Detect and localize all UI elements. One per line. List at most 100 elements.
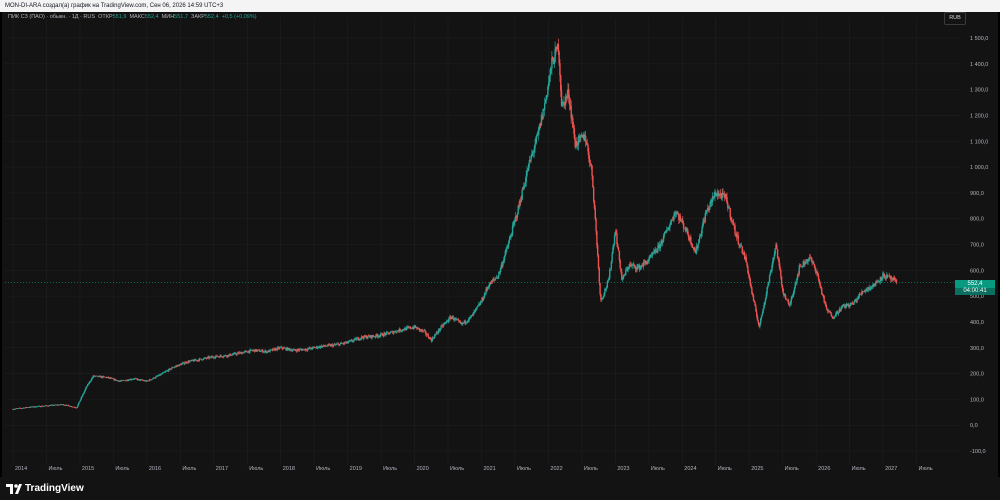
candle-body: [356, 338, 358, 341]
x-tick-label: Июль: [785, 466, 799, 472]
x-tick-label: 2022: [550, 466, 562, 472]
candle-body: [78, 402, 80, 405]
candle-body: [652, 253, 654, 254]
candle-body: [259, 351, 262, 353]
candle-body: [534, 144, 536, 149]
candle-body: [78, 401, 81, 403]
x-tick-label: Июль: [517, 466, 531, 472]
y-tick-label: 900,0: [970, 191, 984, 197]
candle-body: [780, 276, 783, 285]
candle-body: [494, 278, 497, 280]
y-tick-label: 200,0: [970, 372, 984, 378]
y-tick-label: 500,0: [970, 294, 984, 300]
y-tick-label: 1 500,0: [970, 36, 988, 42]
y-tick-label: 1 100,0: [970, 139, 988, 145]
candle-body: [769, 271, 772, 276]
x-tick-label: Июль: [182, 466, 196, 472]
candle-body: [616, 233, 618, 245]
candle-body: [597, 255, 600, 269]
y-tick-label: 1 200,0: [970, 113, 988, 119]
x-tick-label: Июль: [316, 466, 330, 472]
countdown-badge: 04:00:41: [955, 288, 995, 295]
x-tick-label: 2023: [617, 466, 629, 472]
last-price-badge: 552,4: [955, 280, 995, 288]
close-label: ЗАКР: [191, 14, 205, 20]
price-chart[interactable]: 1 500,0 1 400,0 1 300,0 1 200,0 1 100,0 1 000…: [0, 0, 1000, 477]
candle-body: [682, 222, 685, 229]
candle-body: [618, 250, 621, 260]
symbol-label[interactable]: ПИК СЗ (ПАО) · обыкн. · 1Д · RUS: [8, 14, 95, 20]
tradingview-logo[interactable]: TradingView: [6, 483, 84, 494]
y-tick-label: 0,0: [970, 423, 978, 429]
candle-body: [741, 246, 743, 254]
candle-body: [823, 296, 825, 303]
x-tick-label: Июль: [249, 466, 263, 472]
x-tick-label: Июль: [651, 466, 665, 472]
y-tick-label: 1 400,0: [970, 62, 988, 68]
x-tick-label: 2019: [350, 466, 362, 472]
candle-body: [508, 239, 511, 243]
x-tick-label: 2021: [484, 466, 496, 472]
tradingview-logo-icon: [6, 483, 22, 494]
candle-body: [740, 245, 743, 247]
y-tick-label: -100,0: [970, 449, 986, 455]
candle-body: [482, 298, 485, 300]
candle-body: [124, 380, 127, 382]
x-tick-label: 2026: [818, 466, 830, 472]
candle-body: [596, 245, 599, 256]
candle-body: [798, 265, 800, 274]
candle-body: [617, 247, 620, 251]
candle-body: [77, 404, 79, 407]
candle-body: [394, 331, 396, 333]
candle-body: [704, 213, 707, 222]
x-tick-label: Июль: [718, 466, 732, 472]
candle-body: [729, 208, 731, 218]
high-label: МАКС: [129, 14, 145, 20]
y-tick-label: 800,0: [970, 217, 984, 223]
high-value: 552,4: [144, 14, 159, 20]
x-tick-label: 2025: [751, 466, 763, 472]
candle-body: [184, 363, 186, 365]
candle-body: [737, 235, 739, 244]
candle-body: [752, 295, 755, 301]
candle-body: [236, 353, 238, 355]
y-tick-label: 300,0: [970, 346, 984, 352]
x-tick-label: 2020: [417, 466, 429, 472]
currency-button[interactable]: RUB: [944, 12, 966, 25]
candle-body: [876, 281, 878, 283]
x-tick-label: Июль: [48, 466, 62, 472]
chart-legend: ПИК СЗ (ПАО) · обыкн. · 1Д · RUS ОТКР551…: [8, 14, 257, 20]
candle-body: [161, 373, 164, 375]
candle-body: [516, 214, 519, 218]
bottom-bar: [0, 477, 1000, 500]
x-tick-label: 2016: [149, 466, 161, 472]
low-value: 551,7: [174, 14, 188, 20]
candle-body: [170, 368, 172, 370]
candle-body: [598, 268, 600, 284]
candle-body: [768, 275, 771, 282]
candle-body: [68, 405, 70, 407]
candle-body: [800, 265, 802, 267]
candle-body: [86, 386, 88, 388]
y-tick-label: 600,0: [970, 268, 984, 274]
x-tick-label: Июль: [115, 466, 129, 472]
candle-body: [155, 376, 157, 378]
tradingview-logo-text: TradingView: [25, 483, 84, 494]
candle-body: [506, 248, 508, 250]
x-tick-label: Июль: [852, 466, 866, 472]
candle-body: [591, 165, 593, 176]
x-tick-label: 2027: [885, 466, 897, 472]
candle-body: [780, 269, 782, 277]
x-tick-label: Июль: [584, 466, 598, 472]
candle-body: [734, 225, 736, 235]
candle-body: [543, 103, 546, 110]
x-tick-label: Июль: [450, 466, 464, 472]
close-value: 552,4: [204, 14, 219, 20]
candle-body: [761, 313, 764, 316]
candle-body: [619, 259, 621, 269]
x-tick-label: Июль: [383, 466, 397, 472]
x-tick-label: 2018: [283, 466, 295, 472]
x-tick-label: Июль: [919, 466, 933, 472]
candle-body: [613, 235, 616, 245]
candle-body: [663, 233, 666, 236]
